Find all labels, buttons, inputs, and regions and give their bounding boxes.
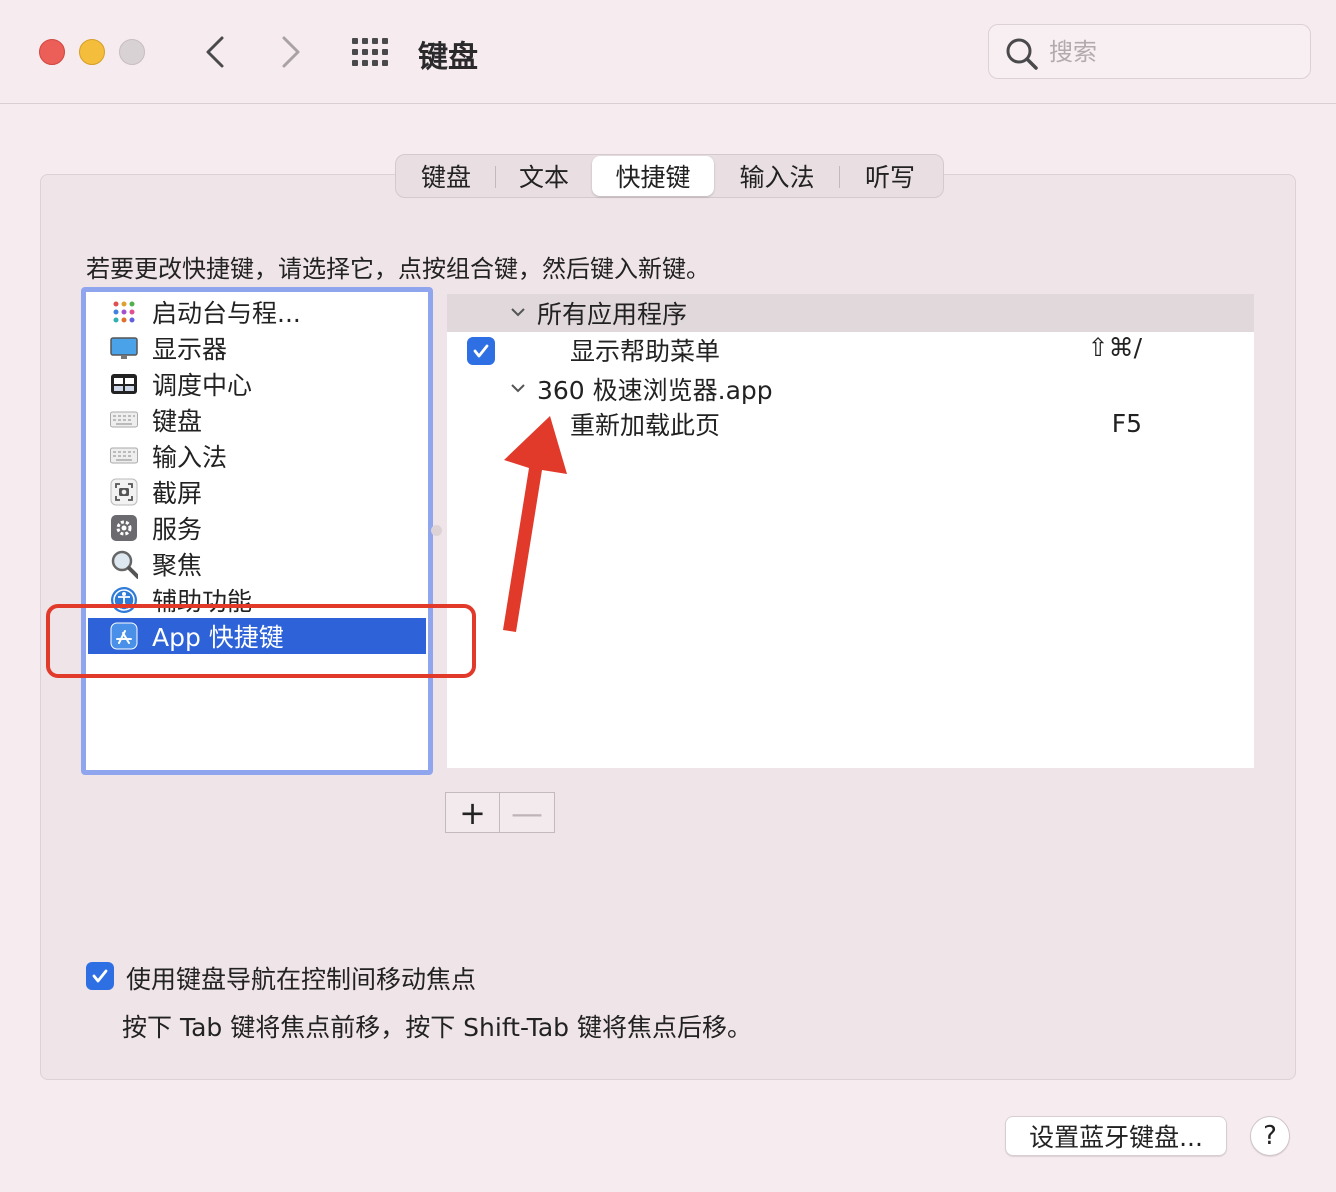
category-label: 聚焦 <box>152 551 203 580</box>
tab-text[interactable]: 文本 <box>496 156 592 196</box>
show-all-grid-icon[interactable] <box>351 37 389 67</box>
category-accessibility[interactable]: 辅助功能 <box>88 582 426 618</box>
instruction-text: 若要更改快捷键，请选择它，点按组合键，然后键入新键。 <box>86 255 710 283</box>
shortcut-label: 重新加载此页 <box>570 411 721 440</box>
back-button[interactable] <box>198 30 234 74</box>
search-icon <box>1006 38 1038 70</box>
screenshot-icon <box>110 478 138 506</box>
keyboard-navigation-hint: 按下 Tab 键将焦点前移，按下 Shift-Tab 键将焦点后移。 <box>122 1013 752 1042</box>
search-input[interactable] <box>1049 35 1289 69</box>
category-launchpad[interactable]: 启动台与程... <box>88 294 426 330</box>
category-label: 键盘 <box>152 407 203 436</box>
category-label: 输入法 <box>152 443 228 472</box>
category-keyboard[interactable]: 键盘 <box>88 402 426 438</box>
spotlight-magnifier-icon <box>110 550 138 579</box>
chevron-left-icon <box>206 36 224 68</box>
tab-shortcuts[interactable]: 快捷键 <box>592 156 714 196</box>
tab-bar: 键盘 文本 快捷键 输入法 听写 <box>395 154 944 198</box>
category-mission-control[interactable]: 调度中心 <box>88 366 426 402</box>
forward-button[interactable] <box>272 30 308 74</box>
shortcut-key[interactable]: F5 <box>1112 409 1142 438</box>
remove-shortcut-button[interactable]: — <box>500 793 554 832</box>
category-label: 辅助功能 <box>152 587 253 616</box>
category-screenshots[interactable]: 截屏 <box>88 474 426 510</box>
shortcut-row[interactable]: 显示帮助菜单 ⇧⌘/ <box>447 332 1254 370</box>
group-row-all-apps[interactable]: 所有应用程序 <box>447 294 1254 332</box>
services-gear-icon <box>110 514 138 542</box>
app-store-icon <box>110 622 138 650</box>
title-bar: 键盘 <box>0 0 1336 104</box>
setup-bluetooth-keyboard-button[interactable]: 设置蓝牙键盘... <box>1005 1116 1227 1156</box>
chevron-down-icon[interactable] <box>509 303 527 321</box>
zoom-window-button[interactable] <box>119 39 145 65</box>
category-input-sources[interactable]: 输入法 <box>88 438 426 474</box>
category-label: 显示器 <box>152 335 228 364</box>
close-window-button[interactable] <box>39 39 65 65</box>
category-spotlight[interactable]: 聚焦 <box>88 546 426 582</box>
checkmark-icon <box>92 969 108 983</box>
category-displays[interactable]: 显示器 <box>88 330 426 366</box>
tab-dictation[interactable]: 听写 <box>840 156 940 196</box>
shortcut-key[interactable]: ⇧⌘/ <box>1088 333 1142 362</box>
chevron-right-icon <box>282 36 300 68</box>
search-field[interactable] <box>988 24 1311 79</box>
shortcut-list[interactable]: 所有应用程序 显示帮助菜单 ⇧⌘/ 360 极速浏览器.app 重新加载此页 F… <box>447 294 1254 768</box>
category-list[interactable]: 启动台与程... 显示器 调度中心 键盘 输入法 截屏 服务 聚焦 辅助功能 A… <box>81 287 433 775</box>
group-label: 360 极速浏览器.app <box>537 376 773 405</box>
keyboard-navigation-checkbox[interactable] <box>86 962 114 990</box>
group-label: 所有应用程序 <box>537 300 688 329</box>
group-row-360-browser[interactable]: 360 极速浏览器.app <box>447 370 1254 408</box>
category-app-shortcuts[interactable]: App 快捷键 <box>88 618 426 654</box>
launchpad-icon <box>110 298 138 326</box>
category-label: 截屏 <box>152 479 203 508</box>
keyboard-navigation-label: 使用键盘导航在控制间移动焦点 <box>126 965 477 994</box>
minimize-window-button[interactable] <box>79 39 105 65</box>
keyboard-icon <box>110 406 138 434</box>
category-services[interactable]: 服务 <box>88 510 426 546</box>
tab-keyboard[interactable]: 键盘 <box>396 156 496 196</box>
shortcut-row[interactable]: 重新加载此页 F5 <box>447 408 1254 446</box>
accessibility-icon <box>110 586 138 614</box>
category-label: 启动台与程... <box>152 299 301 328</box>
add-shortcut-button[interactable]: + <box>446 793 500 832</box>
split-divider-handle[interactable] <box>431 525 442 536</box>
display-icon <box>110 334 138 362</box>
category-label: 调度中心 <box>152 371 253 400</box>
shortcut-label: 显示帮助菜单 <box>570 337 721 366</box>
category-label: 服务 <box>152 515 203 544</box>
mission-control-icon <box>110 370 138 398</box>
chevron-down-icon[interactable] <box>509 379 527 397</box>
category-label: App 快捷键 <box>152 623 284 652</box>
shortcut-enabled-checkbox[interactable] <box>467 337 495 365</box>
input-method-icon <box>110 442 138 470</box>
help-button[interactable]: ? <box>1250 1116 1290 1156</box>
checkmark-icon <box>473 344 489 358</box>
add-remove-control: + — <box>445 792 555 833</box>
window-title: 键盘 <box>418 40 478 75</box>
tab-input-sources[interactable]: 输入法 <box>714 156 840 196</box>
